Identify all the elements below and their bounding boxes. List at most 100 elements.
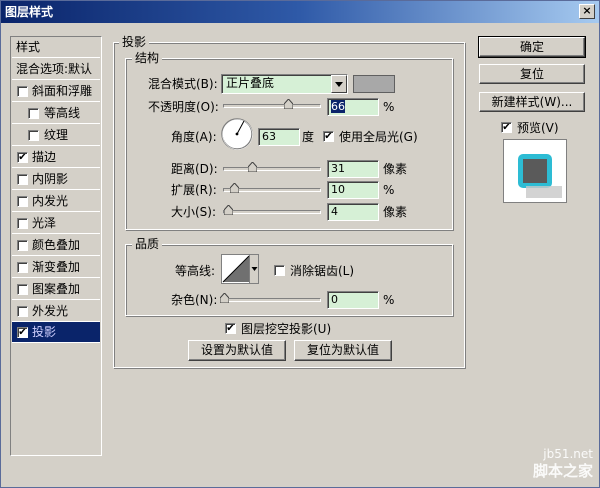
spread-label: 扩展(R): xyxy=(171,183,217,197)
distance-input[interactable]: 31 xyxy=(327,160,379,178)
style-item-inner-shadow[interactable]: 内阴影 xyxy=(12,169,100,190)
preview-checkbox[interactable]: ✔ xyxy=(501,122,512,133)
satin-checkbox[interactable] xyxy=(17,218,28,229)
drop-shadow-checkbox[interactable]: ✔ xyxy=(17,327,28,338)
opacity-input[interactable]: 66 xyxy=(327,98,379,116)
outer-glow-checkbox[interactable] xyxy=(17,306,28,317)
knockout-label: 图层挖空投影(U) xyxy=(241,322,332,336)
structure-title: 结构 xyxy=(132,51,163,65)
color-overlay-checkbox[interactable] xyxy=(17,240,28,251)
title-bar: 图层样式 × xyxy=(1,1,599,23)
angle-unit: 度 xyxy=(302,130,315,144)
reset-button[interactable]: 复位 xyxy=(479,64,585,84)
style-item-outer-glow[interactable]: 外发光 xyxy=(12,301,100,322)
bevel-emboss-checkbox[interactable] xyxy=(17,86,28,97)
antialias-checkbox[interactable] xyxy=(274,265,285,276)
noise-slider[interactable] xyxy=(220,293,321,303)
style-item-texture[interactable]: 纹理 xyxy=(12,125,100,146)
style-item-label: 描边 xyxy=(32,150,57,164)
style-list-header[interactable]: 样式 xyxy=(12,37,100,58)
preview-label: 预览(V) xyxy=(517,121,559,135)
quality-title: 品质 xyxy=(132,237,163,251)
size-unit: 像素 xyxy=(383,205,408,219)
slider-thumb-icon[interactable] xyxy=(230,183,239,193)
distance-slider[interactable] xyxy=(223,162,321,172)
reset-default-button[interactable]: 复位为默认值 xyxy=(294,340,392,361)
style-item-gradient-overlay[interactable]: 渐变叠加 xyxy=(12,257,100,278)
window-title: 图层样式 xyxy=(5,5,54,19)
inner-shadow-checkbox[interactable] xyxy=(17,174,28,185)
distance-label: 距离(D): xyxy=(171,162,218,176)
angle-label: 角度(A): xyxy=(171,130,217,144)
angle-dial-icon[interactable] xyxy=(220,117,254,154)
style-item-label: 内阴影 xyxy=(32,172,69,186)
style-item-contour[interactable]: 等高线 xyxy=(12,103,100,124)
style-item-drop-shadow[interactable]: ✔ 投影 xyxy=(12,322,100,343)
style-item-label: 图案叠加 xyxy=(32,282,81,296)
preview-thumbnail xyxy=(503,139,567,203)
style-item-label: 外发光 xyxy=(32,304,69,318)
size-input[interactable]: 4 xyxy=(327,203,379,221)
knockout-checkbox[interactable]: ✔ xyxy=(225,323,236,334)
style-item-label: 投影 xyxy=(32,325,57,339)
inner-glow-checkbox[interactable] xyxy=(17,196,28,207)
ok-button[interactable]: 确定 xyxy=(478,36,586,58)
gradient-overlay-checkbox[interactable] xyxy=(17,262,28,273)
slider-thumb-icon[interactable] xyxy=(224,205,233,215)
layer-style-dialog: 图层样式 × 样式 混合选项:默认 斜面和浮雕 等高线 纹理 ✔ 描边 内阴影 … xyxy=(0,0,600,488)
opacity-unit: % xyxy=(383,100,395,114)
distance-unit: 像素 xyxy=(383,162,408,176)
size-slider[interactable] xyxy=(223,205,321,215)
watermark-logo: 脚本之家 xyxy=(532,462,593,480)
style-item-pattern-overlay[interactable]: 图案叠加 xyxy=(12,279,100,300)
slider-thumb-icon[interactable] xyxy=(220,293,229,303)
blend-mode-label: 混合模式(B): xyxy=(148,77,218,91)
slider-thumb-icon[interactable] xyxy=(248,162,257,172)
style-item-label: 颜色叠加 xyxy=(32,238,81,252)
style-item-bevel-emboss[interactable]: 斜面和浮雕 xyxy=(12,81,100,102)
size-label: 大小(S): xyxy=(171,205,217,219)
noise-input[interactable]: 0 xyxy=(327,291,379,309)
contour-curve-icon xyxy=(222,255,250,283)
style-item-inner-glow[interactable]: 内发光 xyxy=(12,191,100,212)
global-light-checkbox[interactable]: ✔ xyxy=(323,131,334,142)
shadow-color-swatch[interactable] xyxy=(353,75,395,93)
watermark-url: jb51.net xyxy=(543,447,593,461)
new-style-button[interactable]: 新建样式(W)... xyxy=(479,92,585,112)
antialias-label: 消除锯齿(L) xyxy=(290,264,355,278)
opacity-slider[interactable] xyxy=(223,99,321,109)
style-item-label: 内发光 xyxy=(32,194,69,208)
opacity-value: 66 xyxy=(331,100,345,113)
style-item-label: 纹理 xyxy=(44,128,69,142)
drop-shadow-title: 投影 xyxy=(119,35,150,49)
style-item-label: 斜面和浮雕 xyxy=(32,84,93,98)
style-item-color-overlay[interactable]: 颜色叠加 xyxy=(12,235,100,256)
style-item-stroke[interactable]: ✔ 描边 xyxy=(12,147,100,168)
blending-options-row[interactable]: 混合选项:默认 xyxy=(12,59,100,80)
style-item-label: 光泽 xyxy=(32,216,57,230)
blend-mode-select[interactable]: 正片叠底 xyxy=(221,74,348,94)
pattern-overlay-checkbox[interactable] xyxy=(17,284,28,295)
preview-fill-shape xyxy=(523,159,547,183)
spread-input[interactable]: 10 xyxy=(327,181,379,199)
style-list: 样式 混合选项:默认 斜面和浮雕 等高线 纹理 ✔ 描边 内阴影 内发光 光泽 xyxy=(10,36,102,456)
set-default-button[interactable]: 设置为默认值 xyxy=(188,340,286,361)
angle-input[interactable]: 63 xyxy=(258,128,300,146)
stroke-checkbox[interactable]: ✔ xyxy=(17,152,28,163)
spread-slider[interactable] xyxy=(223,183,321,193)
blend-mode-value: 正片叠底 xyxy=(226,76,275,90)
close-button[interactable]: × xyxy=(579,4,595,19)
contour-label: 等高线: xyxy=(175,264,216,278)
texture-checkbox[interactable] xyxy=(28,130,39,141)
contour-picker[interactable] xyxy=(221,254,259,284)
slider-thumb-icon[interactable] xyxy=(284,99,293,109)
noise-label: 杂色(N): xyxy=(171,293,218,307)
preview-shadow-shape xyxy=(526,186,562,198)
chevron-down-icon[interactable] xyxy=(249,255,258,283)
chevron-down-icon xyxy=(331,75,347,93)
style-item-satin[interactable]: 光泽 xyxy=(12,213,100,234)
global-light-label: 使用全局光(G) xyxy=(339,130,418,144)
opacity-label: 不透明度(O): xyxy=(148,100,219,114)
contour-checkbox[interactable] xyxy=(28,108,39,119)
style-item-label: 渐变叠加 xyxy=(32,260,81,274)
